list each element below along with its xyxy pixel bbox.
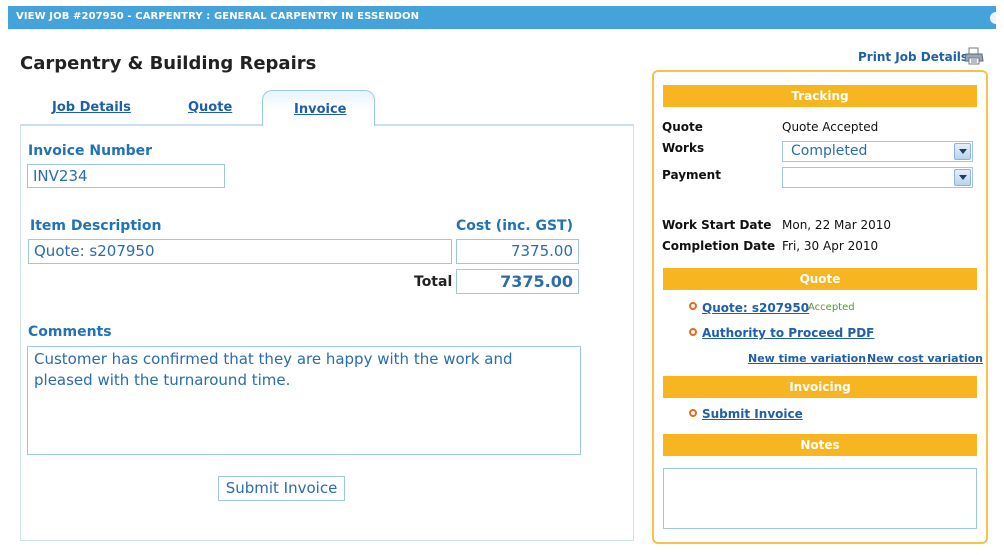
- tab-invoice-label[interactable]: Invoice: [294, 102, 346, 117]
- tracking-quote-label: Quote: [662, 120, 703, 134]
- page-title: Carpentry & Building Repairs: [20, 53, 317, 74]
- new-time-variation-link[interactable]: New time variation: [748, 352, 866, 365]
- completion-date-value: Fri, 30 Apr 2010: [782, 239, 879, 253]
- notes-section-header: Notes: [663, 434, 977, 456]
- comments-textarea[interactable]: Customer has confirmed that they are hap…: [27, 346, 581, 455]
- invoicing-section-header: Invoicing: [663, 376, 977, 398]
- completion-date-label: Completion Date: [662, 239, 776, 253]
- notes-textarea[interactable]: [663, 468, 977, 529]
- total-value-field: 7375.00: [456, 269, 579, 294]
- work-start-date-label: Work Start Date: [662, 218, 772, 232]
- quote-status-accepted: Accepted: [808, 302, 855, 313]
- printer-icon[interactable]: [964, 47, 984, 65]
- works-status-value: Completed: [791, 143, 868, 159]
- invoice-number-label: Invoice Number: [28, 143, 153, 159]
- tracking-quote-value: Quote Accepted: [782, 120, 879, 134]
- invoice-number-field[interactable]: INV234: [27, 164, 225, 188]
- works-status-select[interactable]: Completed: [782, 141, 973, 162]
- job-header-bar: VIEW JOB #207950 - CARPENTRY : GENERAL C…: [8, 6, 998, 29]
- payment-status-select[interactable]: [782, 167, 973, 188]
- authority-to-proceed-pdf-link[interactable]: Authority to Proceed PDF: [702, 326, 874, 340]
- chevron-down-icon[interactable]: [954, 143, 971, 160]
- cost-header: Cost (inc. GST): [456, 218, 573, 234]
- item-description-field[interactable]: Quote: s207950: [28, 239, 452, 264]
- item-description-header: Item Description: [30, 218, 162, 234]
- work-start-date-value: Mon, 22 Mar 2010: [782, 218, 892, 232]
- bullet-icon: [689, 328, 697, 336]
- job-header-title: VIEW JOB #207950 - CARPENTRY : GENERAL C…: [16, 11, 420, 22]
- tab-job-details[interactable]: Job Details: [52, 100, 131, 115]
- chevron-down-icon[interactable]: [954, 169, 971, 186]
- tab-quote[interactable]: Quote: [188, 100, 232, 115]
- quote-s207950-link[interactable]: Quote: s207950: [702, 301, 809, 315]
- print-job-details-link[interactable]: Print Job Details: [858, 50, 968, 64]
- header-corner-decoration: [990, 12, 998, 24]
- submit-invoice-button[interactable]: Submit Invoice: [218, 476, 345, 501]
- item-cost-field[interactable]: 7375.00: [456, 239, 579, 264]
- submit-invoice-link[interactable]: Submit Invoice: [702, 407, 803, 421]
- comments-label: Comments: [28, 324, 112, 340]
- tab-invoice[interactable]: Invoice: [262, 90, 375, 126]
- tracking-works-label: Works: [662, 141, 705, 155]
- tracking-section-header: Tracking: [663, 85, 977, 107]
- new-cost-variation-link[interactable]: New cost variation: [867, 352, 983, 365]
- quote-section-header: Quote: [663, 268, 977, 290]
- total-label: Total: [414, 274, 453, 290]
- bullet-icon: [689, 409, 697, 417]
- tracking-payment-label: Payment: [662, 168, 721, 182]
- bullet-icon: [689, 302, 697, 310]
